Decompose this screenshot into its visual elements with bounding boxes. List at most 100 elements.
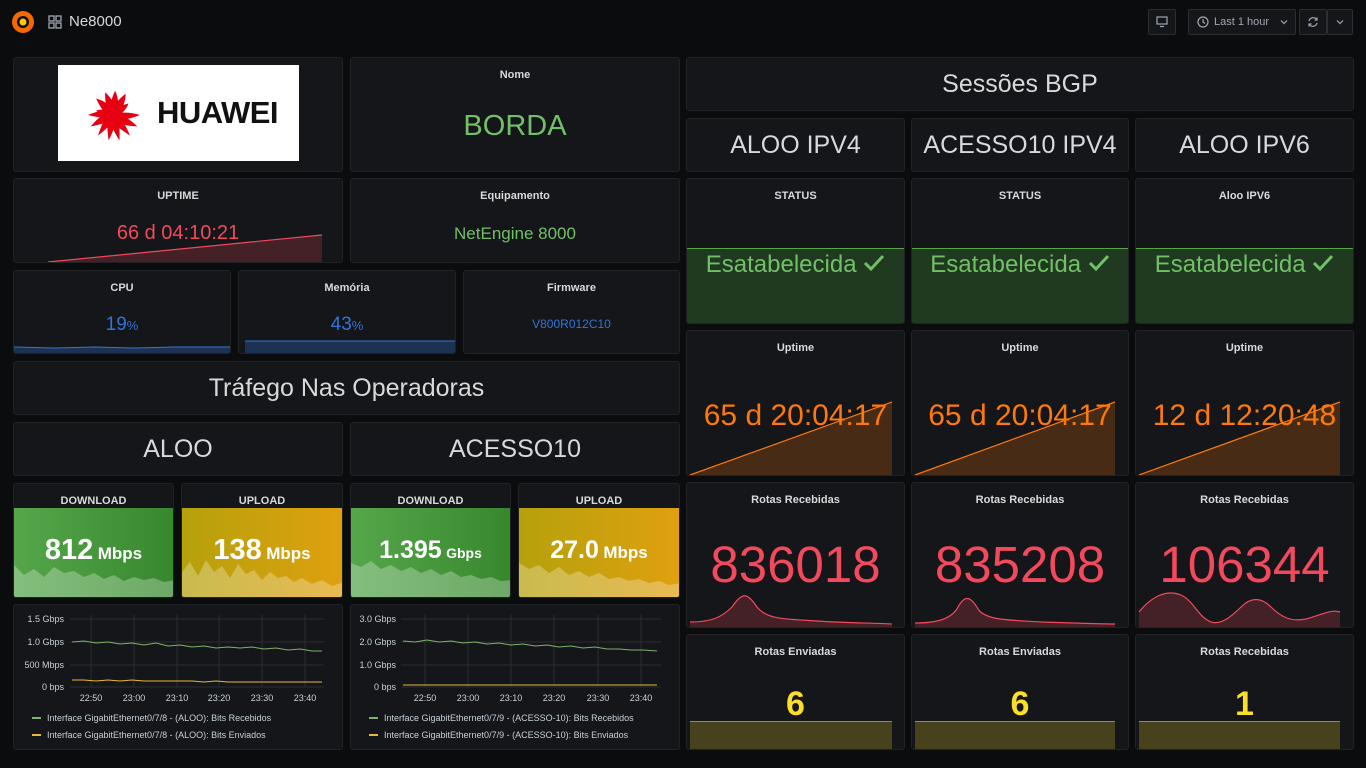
session-name: ACESSO10 IPV4 <box>923 130 1117 159</box>
bgp-session-title: ACESSO10 IPV4 <box>911 118 1129 172</box>
nome-panel: Nome BORDA <box>350 57 680 172</box>
time-range-picker[interactable]: Last 1 hour <box>1188 9 1296 35</box>
x-tick: 22:50 <box>80 693 103 703</box>
y-tick: 1.5 Gbps <box>27 614 64 624</box>
x-tick: 23:40 <box>630 693 653 703</box>
bgp-sent-panel: Rotas Enviadas 6 <box>686 634 905 750</box>
cpu-value: 19 <box>105 314 127 335</box>
panel-title: UPLOAD <box>238 495 286 507</box>
grafana-logo-icon[interactable] <box>10 9 36 35</box>
legend-item[interactable]: Interface GigabitEthernet0/7/9 - (ACESSO… <box>369 730 628 740</box>
series-enviados <box>72 679 322 683</box>
panel-title: Rotas Recebidas <box>975 494 1065 506</box>
x-tick: 23:20 <box>208 693 231 703</box>
aloo-download-panel: DOWNLOAD 812 Mbps <box>13 483 174 598</box>
huawei-logo: HUAWEI <box>58 65 299 161</box>
panel-title: Equipamento <box>480 190 550 202</box>
bgp-status-panel: STATUS Esatabelecida <box>686 178 905 324</box>
bgp-session-title: ALOO IPV6 <box>1135 118 1354 172</box>
stat-unit: Mbps <box>603 543 648 562</box>
legend-label: Interface GigabitEthernet0/7/9 - (ACESSO… <box>384 713 634 723</box>
sent-value: 1 <box>1235 685 1254 723</box>
dashboard-title[interactable]: Ne8000 <box>69 13 122 30</box>
x-tick: 23:10 <box>166 693 189 703</box>
status-value: Esatabelecida <box>1154 251 1306 278</box>
panel-title: Rotas Enviadas <box>754 646 837 658</box>
stat-value: 812 <box>44 534 94 566</box>
stat-unit: Mbps <box>97 544 143 563</box>
firmware-panel: Firmware V800R012C10 <box>463 270 680 354</box>
panel-title: Rotas Recebidas <box>1200 646 1289 658</box>
legend-item[interactable]: Interface GigabitEthernet0/7/8 - (ALOO):… <box>32 730 266 740</box>
bgp-recv-panel: Rotas Recebidas 835208 <box>911 482 1129 628</box>
uptime-value: 12 d 12:20:48 <box>1152 399 1337 432</box>
panel-title: Rotas Recebidas <box>1200 494 1289 506</box>
time-range-label: Last 1 hour <box>1214 16 1270 28</box>
legend-label: Interface GigabitEthernet0/7/8 - (ALOO):… <box>47 713 272 723</box>
y-tick: 3.0 Gbps <box>359 614 396 624</box>
y-tick: 1.0 Gbps <box>359 660 396 670</box>
aloo-download-stat: 812 Mbps <box>14 534 173 567</box>
tv-mode-button[interactable] <box>1148 9 1176 35</box>
huawei-wordmark: HUAWEI <box>157 95 279 130</box>
panel-title: UPTIME <box>157 190 199 202</box>
legend-item[interactable]: Interface GigabitEthernet0/7/8 - (ALOO):… <box>32 713 271 723</box>
sent-sparkline <box>1139 721 1340 749</box>
status-value-wrap: Esatabelecida <box>687 251 904 279</box>
aloo-traffic-graph[interactable]: 1.5 Gbps 1.0 Gbps 500 Mbps 0 bps 22:50 2… <box>13 604 343 750</box>
clock-icon <box>1197 16 1209 28</box>
panel-title: DOWNLOAD <box>397 495 464 507</box>
dashboard-grid-icon <box>48 15 62 29</box>
x-tick: 23:20 <box>543 693 566 703</box>
status-value: Esatabelecida <box>705 251 857 278</box>
bgp-sent-panel: Rotas Enviadas 6 <box>911 634 1129 750</box>
refresh-icon <box>1308 17 1318 27</box>
session-name: ALOO IPV4 <box>730 130 861 159</box>
chevron-down-icon <box>1280 20 1288 25</box>
operator-title-acesso10: ACESSO10 <box>350 422 680 476</box>
uptime-value: 65 d 20:04:17 <box>928 399 1112 432</box>
check-icon <box>864 254 885 272</box>
x-tick: 23:30 <box>587 693 610 703</box>
refresh-button[interactable] <box>1299 9 1327 35</box>
monitor-icon <box>1156 16 1168 28</box>
acesso10-upload-stat: 27.0 Mbps <box>519 536 679 565</box>
firmware-value: V800R012C10 <box>532 317 611 331</box>
sent-value: 6 <box>1010 685 1030 723</box>
legend-item[interactable]: Interface GigabitEthernet0/7/9 - (ACESSO… <box>369 713 634 723</box>
refresh-interval-dropdown[interactable] <box>1327 9 1353 35</box>
chevron-down-icon <box>1336 20 1344 25</box>
trafego-row-title: Tráfego Nas Operadoras <box>13 361 680 415</box>
panel-title: STATUS <box>998 190 1042 202</box>
y-tick: 0 bps <box>42 682 65 692</box>
bgp-recv-panel: Rotas Recebidas 836018 <box>686 482 905 628</box>
bgp-uptime-panel: Uptime 12 d 12:20:48 <box>1135 330 1354 476</box>
panel-title: Uptime <box>1001 342 1039 354</box>
bgp-title: Sessões BGP <box>942 69 1098 98</box>
panel-title: Nome <box>499 69 531 81</box>
uptime-value: 65 d 20:04:17 <box>703 399 888 432</box>
recv-value: 835208 <box>934 536 1106 593</box>
check-icon <box>1313 254 1334 272</box>
bgp-status-panel: STATUS Esatabelecida <box>911 178 1129 324</box>
stat-unit: Mbps <box>266 544 311 563</box>
logo-panel: HUAWEI <box>13 57 343 172</box>
stat-value: 1.395 <box>379 536 442 564</box>
bgp-sent-panel: Rotas Recebidas 1 <box>1135 634 1354 750</box>
x-tick: 23:10 <box>500 693 523 703</box>
stat-value: 138 <box>213 534 262 566</box>
aloo-upload-panel: UPLOAD 138 Mbps <box>181 483 343 598</box>
trafego-title: Tráfego Nas Operadoras <box>208 373 485 402</box>
memoria-panel: Memória 43% <box>238 270 456 354</box>
sent-sparkline <box>915 721 1115 749</box>
equipamento-panel: Equipamento NetEngine 8000 <box>350 178 680 263</box>
status-value-wrap: Esatabelecida <box>1136 251 1353 279</box>
graph-plot: 1.5 Gbps 1.0 Gbps 500 Mbps 0 bps 22:50 2… <box>24 614 324 703</box>
check-icon <box>1088 254 1109 272</box>
recv-value: 836018 <box>710 536 881 593</box>
panel-title: STATUS <box>774 190 817 202</box>
operator-name: ACESSO10 <box>448 434 581 463</box>
recv-value: 106344 <box>1159 536 1330 593</box>
acesso10-traffic-graph[interactable]: 3.0 Gbps 2.0 Gbps 1.0 Gbps 0 bps 22:50 2… <box>350 604 680 750</box>
panel-title: Uptime <box>776 342 815 354</box>
